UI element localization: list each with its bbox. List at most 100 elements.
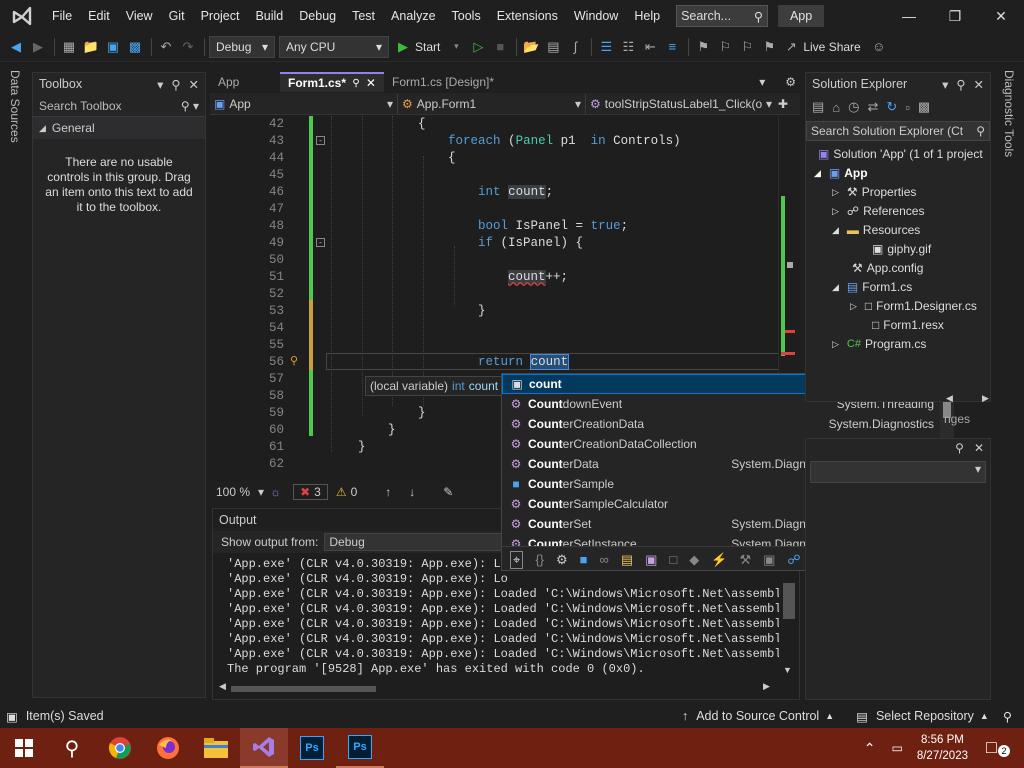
feedback-icon[interactable]: ☺	[869, 37, 889, 57]
next-issue-icon[interactable]: ↓	[409, 485, 415, 499]
prev-bookmark-icon[interactable]: ⚐	[715, 37, 735, 57]
filter-methods-icon[interactable]: ⚒	[739, 552, 751, 568]
pending-changes-icon[interactable]: ◷	[848, 99, 859, 115]
output-source-dropdown[interactable]: Debug	[324, 533, 505, 551]
project-node-app[interactable]: ◢ ▣ App	[814, 164, 868, 183]
open-folder-icon[interactable]: 📁	[81, 37, 101, 57]
toolbox-search[interactable]: Search Toolbox ⚲ ▾	[33, 95, 205, 117]
start-icon[interactable]: ▶	[393, 37, 413, 57]
errors-indicator[interactable]: ✖ 3	[293, 484, 328, 500]
visual-studio-taskbar-icon[interactable]	[240, 728, 288, 768]
pin-icon[interactable]: ⚲	[955, 441, 964, 457]
start-button[interactable]: Start	[415, 40, 440, 54]
project-nav-dropdown[interactable]: ▣ App ▾	[210, 93, 398, 114]
align-icon[interactable]: ☰	[596, 37, 616, 57]
tab-form1-cs[interactable]: Form1.cs* ⚲ ✕	[280, 72, 384, 92]
expanded-arrow-icon[interactable]: ◢	[814, 164, 821, 183]
chevron-up-icon[interactable]: ▲	[980, 711, 989, 721]
scroll-down-icon[interactable]: ▼	[783, 665, 792, 675]
notifications-bell-icon[interactable]: ⚲	[1003, 709, 1012, 724]
diagnostic-tools-tab[interactable]: Diagnostic Tools	[1002, 70, 1016, 157]
home-icon[interactable]: ⌂	[832, 100, 840, 115]
warnings-indicator[interactable]: ⚠ 0	[336, 485, 357, 499]
collapsed-arrow-icon[interactable]: ▷	[832, 202, 839, 221]
menu-extensions[interactable]: Extensions	[489, 0, 566, 32]
filter-delegates-icon[interactable]: ∞	[600, 552, 609, 567]
pin-icon[interactable]: ⚲	[352, 78, 359, 89]
clear-bookmarks-icon[interactable]: ⚑	[759, 37, 779, 57]
close-window-icon[interactable]: ✕	[978, 0, 1024, 32]
member-nav-dropdown[interactable]: ⚙ toolStripStatusLabel1_Click(o ▾	[586, 94, 776, 114]
tree-item-form1-designer[interactable]: ▷ □ Form1.Designer.cs	[850, 297, 977, 316]
photoshop-icon[interactable]: Ps	[288, 728, 336, 768]
tree-item-references[interactable]: ▷ ☍ References	[832, 202, 924, 221]
intellisense-item[interactable]: ⚙ Count erCreationData System.Diagnostics	[502, 414, 952, 434]
tree-item-program-cs[interactable]: ▷ C# Program.cs	[832, 335, 926, 354]
tree-item-resources[interactable]: ◢ ▬ Resources	[832, 221, 920, 240]
menu-help[interactable]: Help	[626, 0, 668, 32]
maximize-icon[interactable]: ❐	[932, 0, 978, 32]
scrollbar-thumb[interactable]	[787, 262, 793, 268]
changes-tab-partial[interactable]: nges	[944, 412, 970, 426]
tree-item-properties[interactable]: ▷ ⚒ Properties	[832, 183, 916, 202]
menu-tools[interactable]: Tools	[444, 0, 489, 32]
filter-interfaces-icon[interactable]: ☍	[787, 552, 800, 568]
close-icon[interactable]: ✕	[189, 77, 199, 92]
close-tab-icon[interactable]: ✕	[366, 76, 376, 90]
firefox-icon[interactable]	[144, 728, 192, 768]
menu-build[interactable]: Build	[247, 0, 291, 32]
menu-file[interactable]: File	[44, 0, 80, 32]
filter-events-icon[interactable]: ⚡	[711, 552, 727, 568]
configuration-dropdown[interactable]: Debug ▾	[209, 35, 275, 58]
save-icon[interactable]: ▣	[103, 37, 123, 57]
copilot-icon[interactable]: ☼	[270, 485, 281, 499]
chevron-up-icon[interactable]: ▲	[825, 711, 834, 721]
expand-filter-icon[interactable]: ⌖	[510, 550, 524, 569]
global-search-box[interactable]: Search... ⚲	[676, 5, 769, 27]
bookmark-icon[interactable]: ⚑	[693, 37, 713, 57]
collapse-icon[interactable]: -	[316, 136, 325, 145]
dropdown-icon[interactable]: ▾	[157, 77, 163, 92]
lightbulb-error-icon[interactable]: ⚲	[290, 354, 298, 367]
live-share-button[interactable]: Live Share	[803, 40, 860, 54]
chevron-down-icon[interactable]: ▾	[258, 485, 264, 499]
show-all-files-icon[interactable]: ▩	[918, 99, 930, 115]
expanded-arrow-icon[interactable]: ◢	[832, 221, 839, 240]
collapsed-arrow-icon[interactable]: ▷	[832, 183, 839, 202]
class-nav-dropdown[interactable]: ⚙ App.Form1 ▾	[398, 93, 586, 114]
indent-icon[interactable]: ⇤	[640, 37, 660, 57]
notification-center-icon[interactable]: □ 2	[986, 737, 1010, 759]
data-sources-tab[interactable]: Data Sources	[8, 70, 22, 143]
filter-fields-icon[interactable]: ◆	[689, 552, 699, 568]
comment-icon[interactable]: ≡	[662, 37, 682, 57]
scroll-left-icon[interactable]: ◀	[946, 393, 953, 404]
menu-edit[interactable]: Edit	[80, 0, 118, 32]
toolbox-group-general[interactable]: ◢ General	[33, 117, 205, 139]
chevron-down-icon[interactable]: ▾	[446, 37, 466, 57]
menu-view[interactable]: View	[118, 0, 161, 32]
solution-folder-icon[interactable]: 📂	[521, 37, 541, 57]
network-icon[interactable]: ▭	[891, 741, 902, 755]
platform-dropdown[interactable]: Any CPU ▾	[279, 35, 389, 58]
scroll-right-icon[interactable]: ▶	[763, 681, 770, 692]
filter-modules-icon[interactable]: ▣	[645, 552, 657, 568]
solution-search[interactable]: Search Solution Explorer (Ct ⚲	[806, 121, 990, 141]
collapse-all-icon[interactable]: ▫	[905, 100, 910, 115]
close-icon[interactable]: ✕	[974, 441, 984, 457]
refresh-icon[interactable]: ↻	[886, 99, 897, 115]
collapse-icon[interactable]: -	[316, 238, 325, 247]
zoom-level[interactable]: 100 %	[216, 485, 250, 499]
hot-reload-icon[interactable]: ■	[490, 37, 510, 57]
scroll-right-icon[interactable]: ▶	[982, 393, 989, 404]
toolbox-search-input[interactable]: Search Toolbox	[39, 99, 122, 113]
pin-icon[interactable]: ⚲	[956, 77, 965, 92]
filter-classes-icon[interactable]: ⚙	[556, 552, 568, 568]
forward-icon[interactable]: ▶	[28, 37, 48, 57]
clock[interactable]: 8:56 PM 8/27/2023	[917, 732, 968, 764]
tree-item-giphy-gif[interactable]: ▣ giphy.gif	[872, 240, 931, 259]
back-icon[interactable]: ◀	[6, 37, 26, 57]
tab-form1-design[interactable]: Form1.cs [Design]*	[384, 72, 524, 92]
scrollbar-thumb[interactable]	[783, 583, 795, 619]
file-explorer-icon[interactable]	[192, 728, 240, 768]
settings-gear-icon[interactable]: ⚙	[785, 72, 796, 92]
